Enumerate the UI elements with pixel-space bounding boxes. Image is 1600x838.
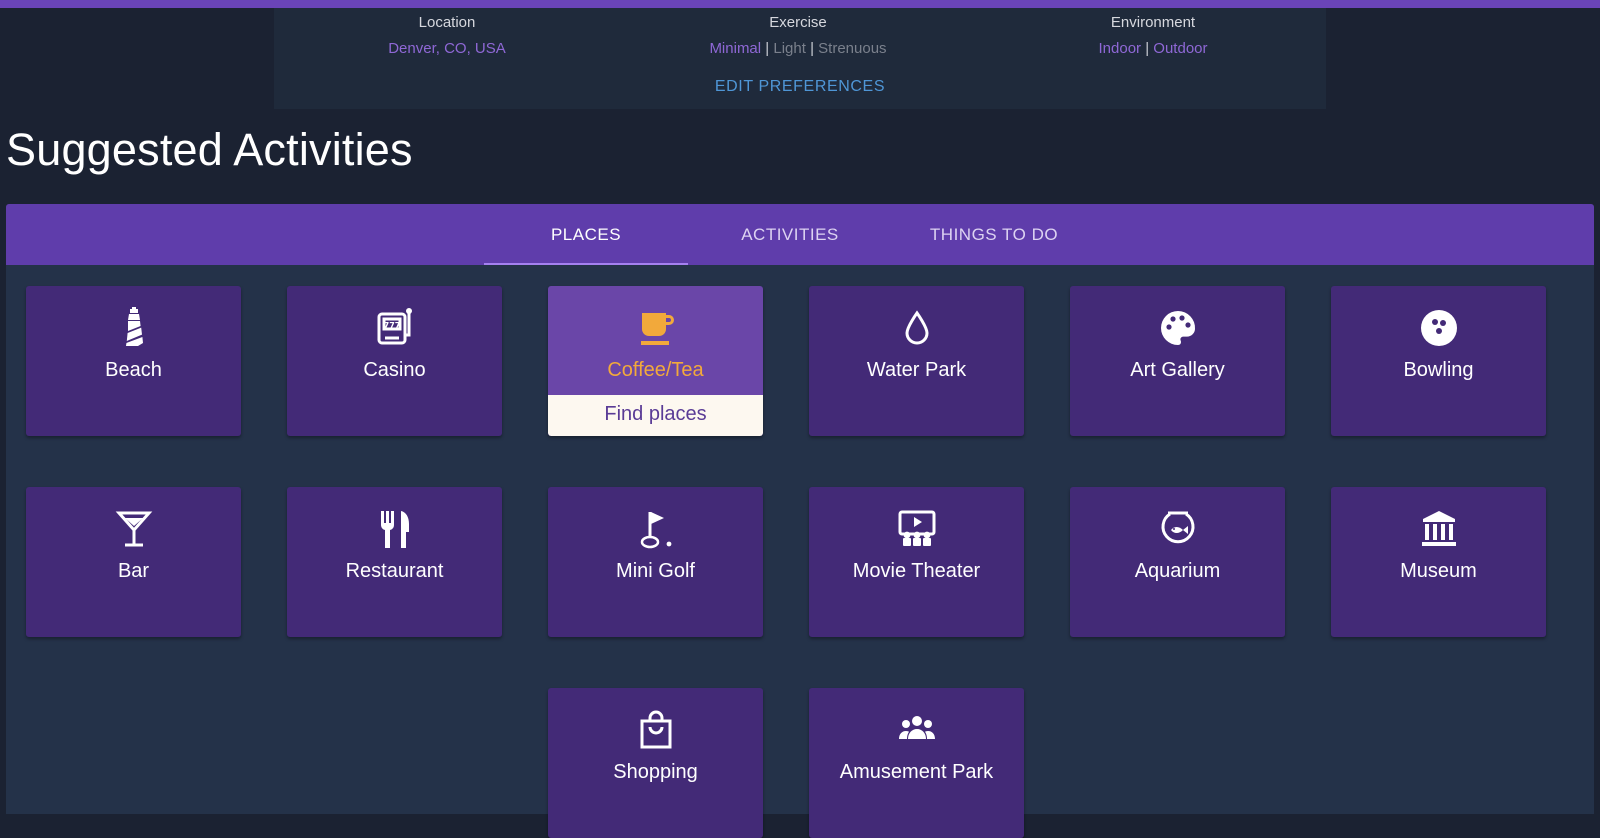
separator: | (810, 40, 814, 57)
card-casino[interactable]: 777 Casino (287, 286, 502, 436)
pref-environment-heading: Environment (1110, 14, 1196, 31)
card-coffee-tea[interactable]: Coffee/Tea Find places (548, 286, 763, 436)
golf-flag-icon (548, 507, 763, 551)
slot-machine-icon: 777 (287, 306, 502, 350)
exercise-option-light[interactable]: Light (773, 40, 806, 57)
card-amusement-park[interactable]: Amusement Park (809, 688, 1024, 838)
museum-building-icon (1331, 507, 1546, 551)
tab-activities[interactable]: ACTIVITIES (688, 204, 892, 265)
separator: | (1145, 40, 1150, 57)
pref-location: Location Denver, CO, USA (297, 14, 597, 58)
svg-text:777: 777 (383, 321, 400, 330)
environment-option-outdoor[interactable]: Outdoor (1153, 40, 1207, 57)
pref-environment: Environment Indoor | Outdoor (1003, 14, 1303, 58)
card-water-park[interactable]: Water Park (809, 286, 1024, 436)
bowling-ball-icon (1331, 306, 1546, 350)
card-shopping[interactable]: Shopping (548, 688, 763, 838)
preferences-panel: Location Denver, CO, USA Exercise Minima… (274, 8, 1326, 109)
card-mini-golf[interactable]: Mini Golf (548, 487, 763, 637)
fishbowl-icon (1070, 507, 1285, 551)
pref-location-heading: Location (418, 14, 476, 31)
card-art-gallery[interactable]: Art Gallery (1070, 286, 1285, 436)
card-label: Beach (105, 359, 162, 381)
card-label: Movie Theater (852, 560, 981, 582)
card-beach[interactable]: Beach (26, 286, 241, 436)
card-restaurant[interactable]: Restaurant (287, 487, 502, 637)
card-label: Coffee/Tea (607, 359, 704, 381)
card-label: Amusement Park (839, 761, 994, 783)
tab-things-to-do[interactable]: THINGS TO DO (892, 204, 1096, 265)
top-accent-bar (0, 0, 1600, 8)
card-label: Art Gallery (1130, 359, 1225, 381)
tab-places[interactable]: PLACES (484, 204, 688, 265)
card-label: Aquarium (1134, 560, 1221, 582)
card-label: Mini Golf (616, 560, 695, 582)
cocktail-glass-icon (26, 507, 241, 551)
card-museum[interactable]: Museum (1331, 487, 1546, 637)
coffee-cup-icon (548, 306, 763, 350)
activities-panel: PLACES ACTIVITIES THINGS TO DO Beach 777… (6, 204, 1594, 838)
card-label: Bar (117, 560, 150, 582)
fork-knife-icon (287, 507, 502, 551)
card-label: Shopping (613, 761, 698, 783)
tab-bar: PLACES ACTIVITIES THINGS TO DO (6, 204, 1594, 265)
card-label: Bowling (1403, 359, 1474, 381)
pref-exercise-heading: Exercise (769, 14, 827, 31)
card-bar[interactable]: Bar (26, 487, 241, 637)
edit-preferences-button[interactable]: EDIT PREFERENCES (274, 78, 1326, 96)
card-movie-theater[interactable]: Movie Theater (809, 487, 1024, 637)
pref-location-value[interactable]: Denver, CO, USA (388, 40, 506, 57)
movie-screen-icon (809, 507, 1024, 551)
find-places-button[interactable]: Find places (548, 395, 763, 436)
environment-option-indoor[interactable]: Indoor (1099, 40, 1142, 57)
exercise-option-minimal[interactable]: Minimal (709, 40, 761, 57)
card-aquarium[interactable]: Aquarium (1070, 487, 1285, 637)
card-label: Restaurant (345, 560, 444, 582)
page-title: Suggested Activities (6, 124, 413, 175)
pref-exercise: Exercise Minimal | Light | Strenuous (648, 14, 948, 58)
water-drop-icon (809, 306, 1024, 350)
shopping-bag-icon (548, 708, 763, 752)
card-label: Museum (1400, 560, 1477, 582)
palette-icon (1070, 306, 1285, 350)
card-label: Casino (363, 359, 426, 381)
separator: | (765, 40, 770, 57)
lighthouse-icon (26, 306, 241, 350)
exercise-option-strenuous[interactable]: Strenuous (818, 40, 886, 57)
card-bowling[interactable]: Bowling (1331, 286, 1546, 436)
card-label: Water Park (866, 359, 967, 381)
group-people-icon (809, 708, 1024, 752)
